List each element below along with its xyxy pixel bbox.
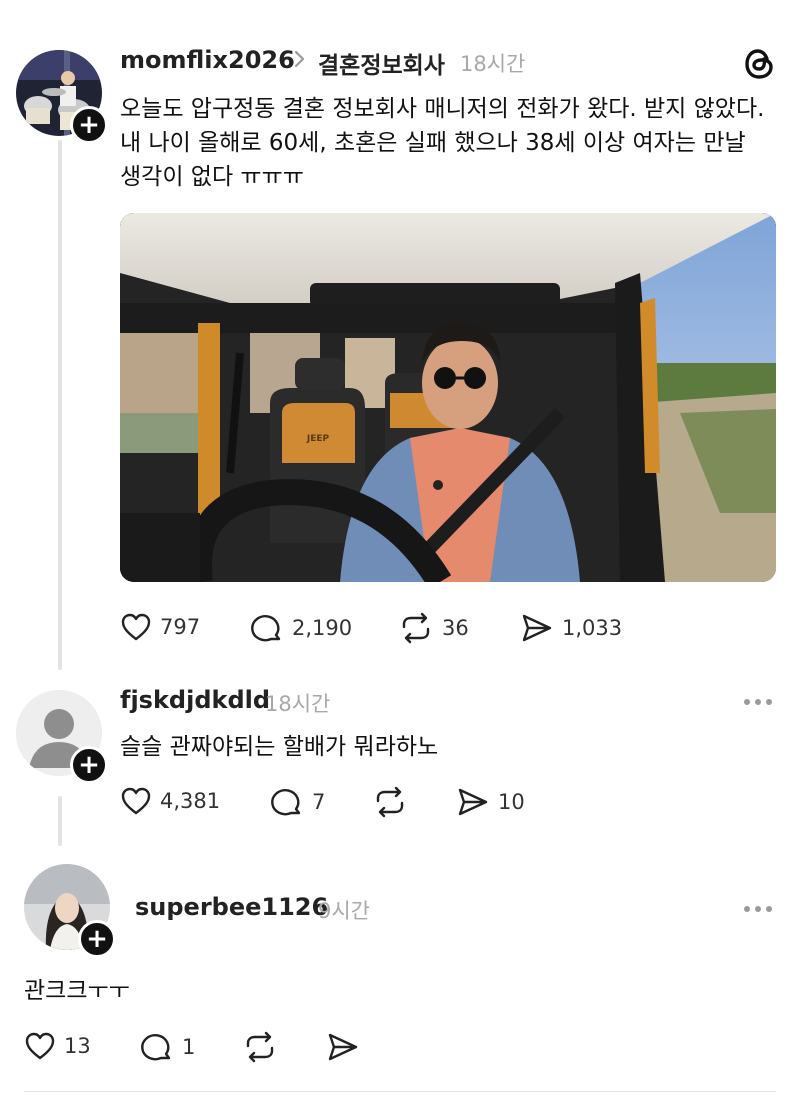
share-count: 1,033 <box>562 616 623 640</box>
heart-icon <box>25 1032 55 1060</box>
repost-count: 36 <box>442 616 469 640</box>
reply2-username[interactable]: superbee1126 <box>135 893 328 921</box>
reply2-time: 9시간 <box>318 899 371 923</box>
reply-count: 1 <box>182 1035 196 1059</box>
heart-icon <box>121 787 151 815</box>
follow-plus-icon[interactable]: + <box>70 106 108 144</box>
reply1-username[interactable]: fjskdjdkdld <box>120 686 270 714</box>
post-time: 18시간 <box>460 52 526 76</box>
reply-button[interactable]: 1 <box>140 1031 195 1063</box>
post-body-text: 오늘도 압구정동 결혼 정보회사 매니저의 전화가 왔다. 받지 않았다. 내 … <box>120 96 765 190</box>
more-horizontal-icon[interactable] <box>744 906 772 912</box>
heart-icon <box>121 613 151 641</box>
chevron-right-icon <box>293 48 307 75</box>
like-count: 4,381 <box>160 789 221 813</box>
share-button[interactable]: 1,033 <box>520 612 622 644</box>
threads-logo-icon[interactable] <box>742 47 776 81</box>
follow-plus-icon[interactable]: + <box>70 746 108 784</box>
comment-bubble-icon <box>141 1034 171 1061</box>
repost-icon <box>402 612 430 644</box>
repost-button[interactable]: 36 <box>398 612 469 644</box>
like-button[interactable]: 797 <box>120 612 200 642</box>
repost-icon <box>246 1031 274 1063</box>
thread-line <box>58 796 62 846</box>
post-video[interactable]: JEEP <box>120 213 776 582</box>
send-icon <box>522 614 552 642</box>
repost-button[interactable] <box>242 1031 278 1063</box>
post-username[interactable]: momflix2026 <box>120 46 295 74</box>
follow-plus-icon[interactable]: + <box>78 920 116 958</box>
repost-button[interactable] <box>372 786 408 818</box>
post-topic[interactable]: 결혼정보회사 <box>318 46 445 80</box>
reply-count: 2,190 <box>292 616 353 640</box>
reply-button[interactable]: 2,190 <box>250 612 352 644</box>
comment-bubble-icon <box>271 789 301 816</box>
reply1-time: 18시간 <box>265 692 331 716</box>
send-icon <box>328 1033 358 1061</box>
divider <box>24 1091 776 1092</box>
seat-logo: JEEP <box>306 434 330 444</box>
comment-bubble-icon <box>251 615 281 642</box>
like-button[interactable]: 13 <box>24 1031 91 1061</box>
more-horizontal-icon[interactable] <box>744 699 772 705</box>
repost-icon <box>376 786 404 818</box>
share-count: 10 <box>498 790 525 814</box>
thread-line <box>58 140 62 670</box>
like-button[interactable]: 4,381 <box>120 786 220 816</box>
reply-count: 7 <box>312 790 326 814</box>
share-button[interactable]: 10 <box>456 786 525 818</box>
send-icon <box>458 788 488 816</box>
like-count: 797 <box>160 615 201 639</box>
reply2-body-text: 관크크ㅜㅜ <box>24 978 130 1004</box>
share-button[interactable] <box>326 1031 360 1063</box>
reply-button[interactable]: 7 <box>270 786 325 818</box>
like-count: 13 <box>64 1034 91 1058</box>
reply1-body-text: 슬슬 관짜야되는 할배가 뭐라하노 <box>120 734 439 760</box>
